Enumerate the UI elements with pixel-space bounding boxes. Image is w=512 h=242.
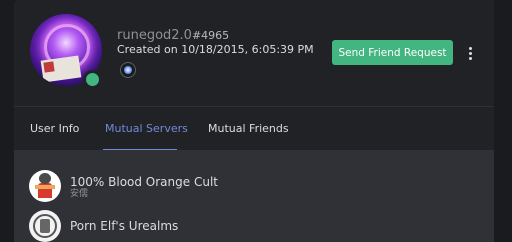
server-icon-blood-orange <box>29 170 61 202</box>
more-vertical-icon[interactable] <box>462 42 478 64</box>
account-created-date: Created on 10/18/2015, 6:05:39 PM <box>117 43 314 56</box>
server-icon-urealms <box>29 210 61 242</box>
server-name: 100% Blood Orange Cult <box>70 175 218 189</box>
mutual-servers-list: 100% Blood Orange Cult 安儒 Porn Elf's Ure… <box>14 150 494 242</box>
tab-mutual-friends[interactable]: Mutual Friends <box>208 122 289 135</box>
server-nickname: 安儒 <box>70 189 89 199</box>
username: runegod2.0 <box>117 28 192 43</box>
tab-user-info[interactable]: User Info <box>30 122 79 135</box>
nitro-badge-icon[interactable] <box>120 62 136 78</box>
online-status-icon <box>83 70 102 89</box>
send-friend-request-button[interactable]: Send Friend Request <box>332 40 453 65</box>
list-item[interactable]: Porn Elf's Urealms <box>14 206 494 242</box>
avatar[interactable] <box>30 14 106 90</box>
profile-header: runegod2.0#4965 Created on 10/18/2015, 6… <box>14 0 494 106</box>
tab-mutual-servers[interactable]: Mutual Servers <box>105 122 188 135</box>
profile-tabs: User Info Mutual Servers Mutual Friends <box>14 106 494 151</box>
backdrop-right <box>494 0 512 242</box>
server-name: Porn Elf's Urealms <box>70 219 179 233</box>
list-item[interactable]: 100% Blood Orange Cult 安儒 <box>14 164 494 204</box>
discriminator: #4965 <box>191 29 230 42</box>
user-profile-modal: runegod2.0#4965 Created on 10/18/2015, 6… <box>14 0 494 242</box>
